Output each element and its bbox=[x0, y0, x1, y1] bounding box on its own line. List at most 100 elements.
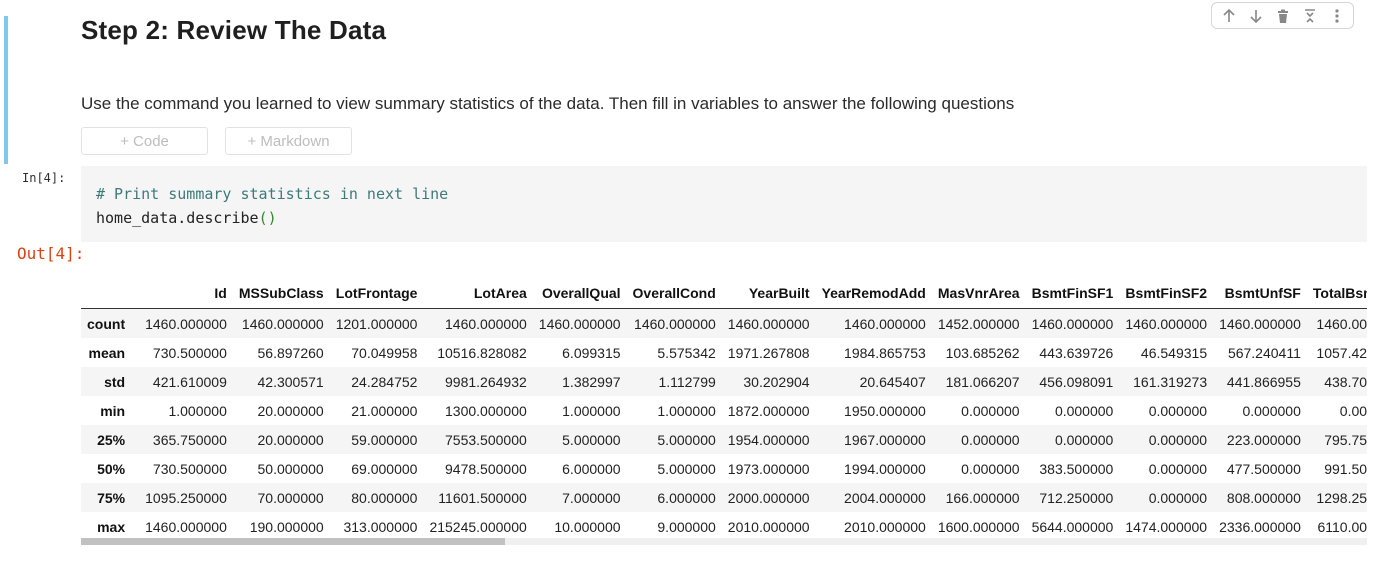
table-cell: 0.000000 bbox=[1148, 431, 1208, 448]
collapse-icon bbox=[1304, 8, 1315, 23]
code-paren: () bbox=[258, 209, 277, 227]
table-cell: 1201.000000 bbox=[335, 315, 418, 332]
table-cell: 10.000000 bbox=[554, 518, 621, 535]
table-cell: 7553.500000 bbox=[445, 431, 527, 448]
row-label: std bbox=[104, 373, 126, 390]
table-cell: 0.000000 bbox=[1339, 402, 1367, 419]
table-cell: 161.319273 bbox=[1133, 373, 1208, 390]
table-cell: 42.300571 bbox=[257, 373, 324, 390]
table-cell: 1460.000000 bbox=[727, 315, 810, 332]
delete-cell-button[interactable] bbox=[1272, 5, 1294, 27]
active-cell-indicator bbox=[4, 16, 8, 164]
table-cell: 5.000000 bbox=[657, 460, 716, 477]
table-cell: 1.000000 bbox=[562, 402, 621, 419]
table-cell: 443.639726 bbox=[1039, 344, 1114, 361]
table-cell: 215245.000000 bbox=[429, 518, 527, 535]
table-cell: 1474.000000 bbox=[1125, 518, 1208, 535]
row-label: max bbox=[97, 518, 126, 535]
table-cell: 365.750000 bbox=[152, 431, 227, 448]
table-cell: 456.098091 bbox=[1039, 373, 1114, 390]
table-header-row: Id MSSubClass LotFrontage LotArea Overal… bbox=[81, 278, 1367, 309]
column-header: MSSubClass bbox=[232, 278, 330, 309]
table-cell: 9.000000 bbox=[657, 518, 716, 535]
table-cell: 808.000000 bbox=[1226, 489, 1301, 506]
describe-table: Id MSSubClass LotFrontage LotArea Overal… bbox=[81, 278, 1367, 541]
table-cell: 1460.000000 bbox=[241, 315, 324, 332]
table-cell: 80.000000 bbox=[351, 489, 418, 506]
row-label: 25% bbox=[97, 431, 126, 448]
table-cell: 5.000000 bbox=[562, 431, 621, 448]
table-cell: 1300.000000 bbox=[445, 402, 527, 419]
row-label: mean bbox=[88, 344, 126, 361]
table-cell: 1460.000000 bbox=[1219, 315, 1301, 332]
markdown-description: Use the command you learned to view summ… bbox=[81, 94, 1015, 113]
column-header: TotalBsmtSF bbox=[1306, 278, 1367, 309]
table-cell: 0.000000 bbox=[961, 431, 1020, 448]
table-cell: 20.000000 bbox=[257, 402, 324, 419]
column-header: BsmtFinSF1 bbox=[1025, 278, 1120, 309]
output-area: Id MSSubClass LotFrontage LotArea Overal… bbox=[81, 278, 1367, 546]
table-cell: 5644.000000 bbox=[1031, 518, 1114, 535]
table-cell: 2004.000000 bbox=[844, 489, 926, 506]
table-cell: 6.000000 bbox=[562, 460, 621, 477]
column-header: OverallCond bbox=[626, 278, 722, 309]
column-header: MasVnrArea bbox=[931, 278, 1026, 309]
table-cell: 70.049958 bbox=[351, 344, 418, 361]
column-header: BsmtFinSF2 bbox=[1119, 278, 1214, 309]
table-body: count 1460.000000 1460.000000 1201.000000 14… bbox=[81, 308, 1367, 542]
column-header: LotArea bbox=[423, 278, 533, 309]
table-cell: 1.382997 bbox=[562, 373, 621, 390]
table-cell: 50.000000 bbox=[257, 460, 324, 477]
row-label: min bbox=[100, 402, 126, 419]
cell-toolbar bbox=[1211, 2, 1354, 29]
table-cell: 1460.000000 bbox=[634, 315, 716, 332]
table-row: min 1.000000 20.000000 21.000000 1300.000000… bbox=[81, 396, 1367, 425]
table-cell: 2010.000000 bbox=[844, 518, 926, 535]
table-cell: 6110.000000 bbox=[1317, 518, 1367, 535]
table-cell: 1971.267808 bbox=[727, 344, 810, 361]
arrow-up-icon bbox=[1222, 8, 1235, 22]
table-cell: 477.500000 bbox=[1226, 460, 1301, 477]
table-cell: 1967.000000 bbox=[844, 431, 926, 448]
table-cell: 1460.000000 bbox=[1125, 315, 1208, 332]
collapse-cell-button[interactable] bbox=[1299, 5, 1321, 27]
table-cell: 20.000000 bbox=[257, 431, 324, 448]
table-cell: 567.240411 bbox=[1227, 344, 1301, 361]
table-cell: 1460.000000 bbox=[538, 315, 621, 332]
table-row: 75% 1095.250000 70.000000 80.000000 11601.50… bbox=[81, 483, 1367, 512]
input-prompt: In[4]: bbox=[22, 171, 66, 185]
table-cell: 0.000000 bbox=[1148, 460, 1208, 477]
row-label: 75% bbox=[97, 489, 126, 506]
add-markdown-cell-button[interactable]: + Markdown bbox=[225, 127, 352, 155]
move-up-button[interactable] bbox=[1218, 5, 1240, 27]
table-cell: 421.610009 bbox=[152, 373, 227, 390]
table-cell: 730.500000 bbox=[152, 344, 227, 361]
table-cell: 1057.429452 bbox=[1316, 344, 1367, 361]
table-cell: 1984.865753 bbox=[844, 344, 926, 361]
table-cell: 1460.000000 bbox=[145, 518, 227, 535]
table-cell: 1872.000000 bbox=[727, 402, 810, 419]
add-code-cell-button[interactable]: + Code bbox=[81, 127, 208, 155]
table-cell: 1452.000000 bbox=[937, 315, 1020, 332]
horizontal-scrollbar[interactable] bbox=[81, 538, 1367, 545]
more-options-button[interactable] bbox=[1326, 5, 1348, 27]
table-cell: 1.000000 bbox=[657, 402, 716, 419]
table-cell: 21.000000 bbox=[351, 402, 418, 419]
scrollbar-thumb[interactable] bbox=[81, 538, 506, 545]
code-editor[interactable]: # Print summary statistics in next line … bbox=[81, 166, 1367, 242]
table-cell: 441.866955 bbox=[1226, 373, 1301, 390]
table-cell: 0.000000 bbox=[1148, 402, 1208, 419]
table-cell: 11601.500000 bbox=[438, 489, 527, 506]
table-cell: 0.000000 bbox=[1148, 489, 1208, 506]
table-cell: 1954.000000 bbox=[727, 431, 810, 448]
table-cell: 730.500000 bbox=[152, 460, 227, 477]
table-cell: 103.685262 bbox=[945, 344, 1020, 361]
table-cell: 313.000000 bbox=[343, 518, 418, 535]
move-down-button[interactable] bbox=[1245, 5, 1267, 27]
more-vertical-icon bbox=[1334, 8, 1339, 23]
table-cell: 0.000000 bbox=[1054, 402, 1114, 419]
table-cell: 1460.000000 bbox=[1031, 315, 1114, 332]
table-cell: 1298.250000 bbox=[1316, 489, 1367, 506]
table-cell: 1460.000000 bbox=[844, 315, 926, 332]
table-cell: 46.549315 bbox=[1140, 344, 1208, 361]
